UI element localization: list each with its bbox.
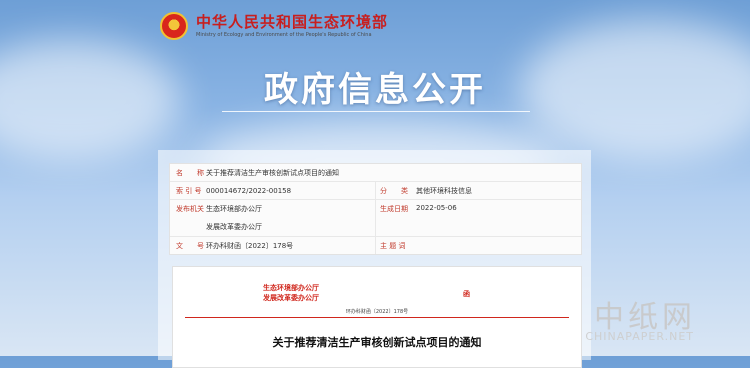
category-value: 其他环境科技信息 [416,186,472,195]
document-preview: 生态环境部办公厅 发展改革委办公厅 函 环办科财函〔2022〕178号 关于推荐… [172,266,582,368]
docno-value: 环办科财函〔2022〕178号 [206,241,294,250]
doc-red-divider [185,317,569,318]
doc-title: 关于推荐清洁生产审核创新试点项目的通知 [272,336,482,349]
issuer-value-2: 发展改革委办公厅 [206,223,262,231]
issuer-label: 发布机关 [176,205,204,213]
watermark-en: CHINAPAPER.NET [585,330,694,343]
issuer-value-1: 生态环境部办公厅 [206,205,262,213]
national-emblem-icon [160,12,188,40]
page-title: 政府信息公开 [264,70,486,110]
info-row-issuer: 发布机关 生态环境部办公厅 发展改革委办公厅 生成日期 2022-05-06 [170,200,581,237]
info-table: 名 称 关于推荐清洁生产审核创新试点项目的通知 索 引 号 000014672/… [169,163,582,255]
name-label: 名 称 [176,168,204,177]
info-row-docno: 文 号 环办科财函〔2022〕178号 主 题 词 [170,237,581,254]
category-label: 分 类 [380,186,408,195]
doc-number: 环办科财函〔2022〕178号 [345,309,409,315]
index-label: 索 引 号 [176,186,202,195]
date-label: 生成日期 [380,205,408,213]
subject-label: 主 题 词 [380,241,406,250]
date-value: 2022-05-06 [416,204,457,212]
info-row-index: 索 引 号 000014672/2022-00158 分 类 其他环境科技信息 [170,182,581,200]
ministry-name-en: Ministry of Ecology and Environment of t… [196,32,372,38]
ministry-name-cn: 中华人民共和国生态环境部 [196,13,389,31]
docno-label: 文 号 [176,241,204,250]
doc-han: 函 [463,290,470,298]
info-row-name: 名 称 关于推荐清洁生产审核创新试点项目的通知 [170,164,581,182]
index-value: 000014672/2022-00158 [206,186,292,195]
doc-issuer-2: 发展改革委办公厅 [263,294,319,302]
site-header: 中华人民共和国生态环境部 Ministry of Ecology and Env… [160,8,388,44]
title-underline [222,111,530,112]
doc-issuer-1: 生态环境部办公厅 [263,284,319,292]
name-value: 关于推荐清洁生产审核创新试点项目的通知 [206,168,339,177]
